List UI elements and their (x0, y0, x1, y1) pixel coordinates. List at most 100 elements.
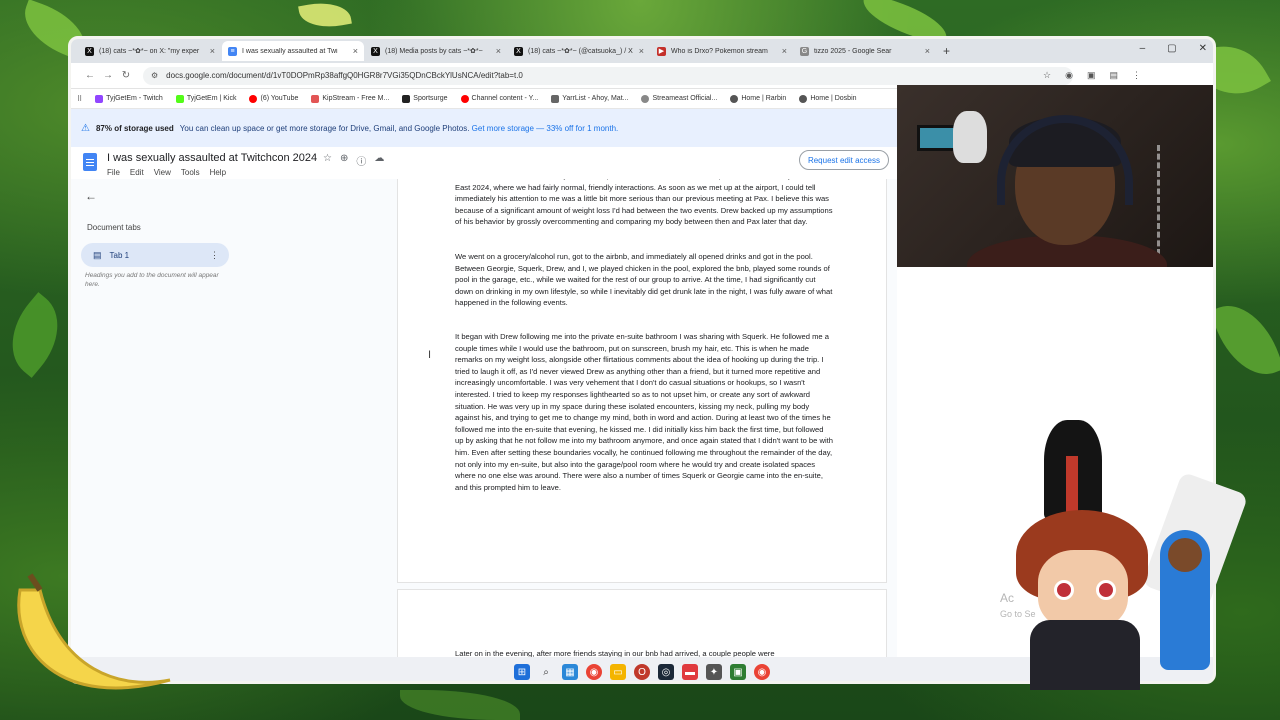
globe-icon (641, 94, 650, 103)
document-tab-label: Tab 1 (109, 250, 130, 260)
document-tab-item[interactable]: ▤ Tab 1 ⋮ (81, 243, 229, 267)
menu-icon[interactable]: ⋮ (1132, 70, 1141, 81)
bookmark-item[interactable]: TyjGetEm | Kick (175, 94, 237, 103)
text-cursor-icon: I (428, 349, 432, 361)
dancer-head (1168, 538, 1202, 572)
move-folder-icon[interactable]: ⊕ (340, 153, 348, 168)
bookmark-item[interactable]: Sportsurge (402, 94, 448, 103)
close-tab-icon[interactable]: × (353, 46, 358, 56)
storage-percent: 87% of storage used (95, 123, 174, 133)
browser-tab[interactable]: ▶ Who is Drxo? Pokemon stream × (651, 41, 793, 61)
close-tab-icon[interactable]: × (639, 46, 644, 56)
sidepanel-icon[interactable]: ▤ (1109, 70, 1118, 81)
tab-title: I was sexually assaulted at Twi (242, 47, 338, 55)
twitch-icon (95, 94, 104, 103)
close-tab-icon[interactable]: × (496, 46, 501, 56)
chrome-icon[interactable]: ◉ (586, 664, 602, 680)
menu-edit[interactable]: Edit (130, 168, 144, 177)
bookmark-label: Home | Rarbin (741, 95, 787, 102)
document-tabs-heading: Document tabs (87, 223, 141, 232)
warning-icon: ⚠ (81, 122, 90, 134)
document-page[interactable]: Later on in the evening, after more frie… (397, 589, 887, 657)
close-tab-icon[interactable]: × (782, 46, 787, 56)
get-storage-link[interactable]: Get more storage — 33% off for 1 month. (472, 124, 619, 133)
youtube-icon: ▶ (657, 46, 666, 56)
bookmark-item[interactable]: Home | Dosbin (799, 94, 857, 103)
kick-icon (175, 94, 184, 103)
app-icon[interactable]: ▣ (730, 664, 746, 680)
steam-icon[interactable]: ◎ (658, 664, 674, 680)
back-icon[interactable]: ← (81, 70, 99, 81)
close-window-icon[interactable]: ✕ (1199, 43, 1207, 54)
reload-icon[interactable]: ↻ (117, 70, 135, 81)
docs-icon: ≡ (228, 46, 237, 56)
app-icon[interactable]: ▬ (682, 664, 698, 680)
search-icon[interactable]: ⌕ (538, 664, 554, 680)
banana-decoration (17, 573, 171, 690)
browser-tab[interactable]: G tizzo 2025 - Google Sear × (794, 41, 936, 61)
puzzle-icon[interactable]: ▣ (1087, 70, 1096, 81)
tab-icon: ▤ (93, 249, 102, 260)
x-icon: X (514, 46, 523, 56)
doc-paragraph: Later on in the evening, after more frie… (455, 649, 775, 657)
bookmark-item[interactable]: Streameast Official... (641, 94, 718, 103)
x-icon: X (85, 46, 94, 56)
minimize-icon[interactable]: – (1140, 43, 1146, 54)
url-text: docs.google.com/document/d/1vT0DOPmRp38a… (166, 71, 523, 80)
bookmark-item[interactable]: Home | Rarbin (730, 94, 787, 103)
star-icon[interactable]: ☆ (323, 153, 332, 168)
menu-tools[interactable]: Tools (181, 168, 200, 177)
new-tab-button[interactable]: + (943, 44, 950, 58)
youtube-icon (460, 94, 469, 103)
extension-icon[interactable]: ◉ (1065, 70, 1073, 81)
bookmark-item[interactable]: YarrList - Ahoy, Mat... (551, 94, 628, 103)
site-info-icon[interactable]: ⚙ (151, 71, 158, 80)
windows-start-icon[interactable]: ⊞ (514, 664, 530, 680)
bookmark-item[interactable]: TyjGetEm - Twitch (95, 94, 163, 103)
app-icon[interactable]: ✦ (706, 664, 722, 680)
docs-logo-icon[interactable] (83, 153, 97, 171)
close-tab-icon[interactable]: × (210, 46, 215, 56)
forward-icon[interactable]: → (99, 70, 117, 81)
more-options-icon[interactable]: ⋮ (210, 250, 219, 261)
menu-file[interactable]: File (107, 168, 120, 177)
youtube-icon (249, 94, 258, 103)
info-icon[interactable]: ⓘ (356, 153, 366, 168)
yarrlist-icon (551, 94, 560, 103)
cloud-icon[interactable]: ☁ (374, 153, 384, 168)
bookmark-label: Streameast Official... (652, 95, 718, 102)
docs-header: I was sexually assaulted at Twitchcon 20… (71, 147, 897, 179)
maximize-icon[interactable]: ▢ (1167, 43, 1176, 54)
back-arrow-icon[interactable]: ← (85, 189, 97, 203)
file-explorer-icon[interactable]: ▭ (610, 664, 626, 680)
watermark-line: Go to Se (1000, 609, 1036, 619)
bookmark-item[interactable]: Channel content - Y... (460, 94, 538, 103)
bookmark-label: TyjGetEm | Kick (186, 95, 237, 102)
window-controls: – ▢ ✕ (1140, 43, 1207, 54)
browser-tab-active[interactable]: ≡ I was sexually assaulted at Twi × (222, 41, 364, 61)
url-field[interactable]: ⚙ docs.google.com/document/d/1vT0DOPmRp3… (143, 66, 1073, 85)
request-edit-access-button[interactable]: Request edit access (798, 150, 889, 170)
avatar-eye (1054, 580, 1074, 600)
globe-icon (730, 94, 739, 103)
document-page[interactable]: Drew and I had been friends for years at… (397, 179, 887, 583)
close-tab-icon[interactable]: × (925, 46, 930, 56)
opera-icon[interactable]: O (634, 664, 650, 680)
document-title[interactable]: I was sexually assaulted at Twitchcon 20… (107, 152, 317, 164)
kipstream-icon (311, 94, 320, 103)
widgets-icon[interactable]: ▦ (562, 664, 578, 680)
bookmark-item[interactable]: KipStream - Free M... (311, 94, 389, 103)
browser-tab[interactable]: X (18) cats ~*✿*~ on X: "my exper × (79, 41, 221, 61)
apps-icon[interactable]: ⠿ (77, 95, 82, 103)
star-icon[interactable]: ☆ (1043, 70, 1051, 81)
browser-tab[interactable]: X (18) Media posts by cats ~*✿*~ × (365, 41, 507, 61)
menu-bar: File Edit View Tools Help (107, 168, 226, 177)
bookmark-label: Sportsurge (413, 95, 448, 102)
bookmark-item[interactable]: (6) YouTube (249, 94, 298, 103)
browser-tab-bar: X (18) cats ~*✿*~ on X: "my exper × ≡ I … (71, 39, 1213, 63)
menu-help[interactable]: Help (210, 168, 226, 177)
browser-tab[interactable]: X (18) cats ~*✿*~ (@catsuoka_) / X × (508, 41, 650, 61)
chrome-icon[interactable]: ◉ (754, 664, 770, 680)
menu-view[interactable]: View (154, 168, 171, 177)
doc-paragraph: Drew and I had been friends for years at… (455, 179, 833, 227)
